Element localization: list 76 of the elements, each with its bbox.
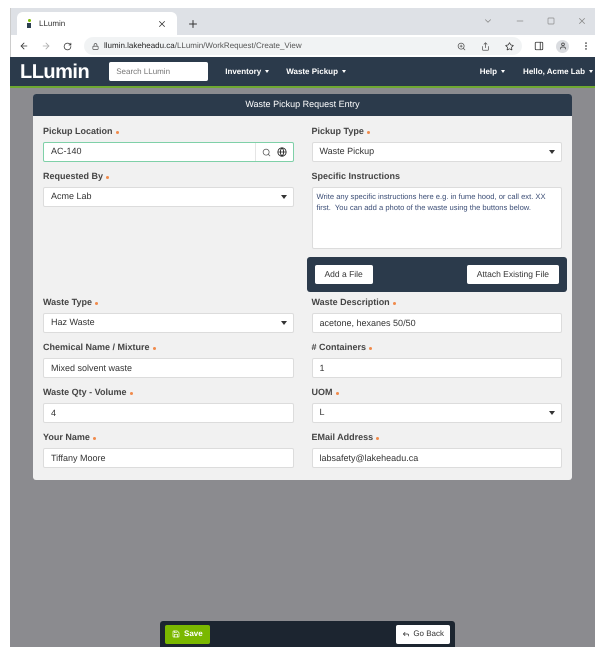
caret-icon bbox=[265, 70, 270, 73]
field-label: Waste Type bbox=[43, 296, 92, 310]
close-icon[interactable] bbox=[157, 18, 167, 28]
logo[interactable]: LLumin bbox=[20, 62, 90, 82]
required-icon bbox=[152, 346, 156, 350]
required-icon bbox=[95, 302, 98, 304]
new-tab-icon[interactable] bbox=[187, 18, 199, 30]
caret-icon bbox=[342, 70, 346, 73]
tab-title: LLumin bbox=[39, 18, 66, 30]
field-value: Haz Waste bbox=[50, 316, 96, 330]
input-field[interactable]: 4 bbox=[43, 403, 294, 423]
back-button[interactable]: Go Back bbox=[396, 624, 450, 644]
select-field[interactable]: L bbox=[312, 403, 562, 423]
field-label: Specific Instructions bbox=[312, 170, 400, 184]
input-field[interactable]: Tiffany Moore bbox=[43, 448, 294, 468]
field-value: L bbox=[318, 406, 326, 420]
share-icon[interactable] bbox=[481, 42, 490, 50]
attach-button[interactable]: Attach Existing File bbox=[466, 265, 559, 284]
attach-button[interactable]: Add a File bbox=[314, 265, 373, 284]
caret-icon bbox=[549, 411, 555, 415]
nav-menu[interactable]: Hello, Acme Lab bbox=[523, 66, 585, 78]
required-icon bbox=[366, 130, 370, 134]
field-label: EMail Address bbox=[312, 431, 374, 444]
lookup-field[interactable]: AC-140 bbox=[43, 142, 294, 162]
select-field[interactable]: Acme Lab bbox=[43, 187, 294, 207]
save-icon bbox=[172, 630, 180, 638]
select-field[interactable]: Haz Waste bbox=[43, 313, 294, 333]
caret-icon bbox=[501, 70, 506, 73]
field-label: Waste Qty - Volume bbox=[43, 386, 127, 400]
required-icon bbox=[106, 176, 110, 178]
required-icon bbox=[92, 436, 96, 440]
address-bar[interactable]: llumin.lakeheadu.ca/LLumin/WorkRequest/Create_View bbox=[84, 37, 522, 55]
caret-icon bbox=[280, 195, 286, 199]
field-value: AC-140 bbox=[50, 145, 83, 158]
caret-icon bbox=[280, 321, 286, 325]
search-field[interactable]: Search LLumin bbox=[109, 62, 208, 81]
field-label: Waste Description bbox=[312, 296, 390, 310]
input-field[interactable]: labsafety@lakeheadu.ca bbox=[312, 448, 562, 468]
field-value: Waste Pickup bbox=[318, 145, 376, 158]
required-icon bbox=[392, 302, 396, 304]
browser-tab[interactable]: LLumin bbox=[17, 12, 177, 35]
select-field[interactable]: Waste Pickup bbox=[312, 142, 562, 162]
required-icon bbox=[130, 392, 133, 394]
form-title: Waste Pickup Request Entry bbox=[245, 98, 360, 112]
field-label: Your Name bbox=[43, 431, 90, 444]
field-label: Requested By bbox=[43, 170, 104, 184]
reply-icon bbox=[402, 630, 410, 638]
field-label: # Containers bbox=[312, 341, 366, 354]
field-label: UOM bbox=[312, 386, 332, 400]
search-icon[interactable] bbox=[262, 148, 270, 156]
required-icon bbox=[376, 436, 380, 440]
input-field[interactable]: Mixed solvent waste bbox=[43, 358, 294, 378]
required-icon bbox=[369, 346, 372, 350]
back-icon[interactable] bbox=[19, 41, 29, 51]
nav-menu[interactable]: Help bbox=[480, 66, 498, 78]
caret-icon bbox=[549, 150, 555, 154]
nav-menu[interactable]: Inventory bbox=[225, 66, 262, 78]
url-text: llumin.lakeheadu.ca/LLumin/WorkRequest/Create_View bbox=[104, 40, 303, 52]
nav-menu[interactable]: Waste Pickup bbox=[286, 66, 338, 78]
caret-icon bbox=[589, 70, 593, 73]
lock-icon bbox=[92, 42, 99, 50]
field-label: Pickup Type bbox=[312, 125, 364, 138]
field-label: Pickup Location bbox=[43, 125, 113, 138]
side-panel-icon[interactable] bbox=[534, 41, 544, 51]
zoom-icon[interactable] bbox=[457, 42, 466, 50]
input-field[interactable]: 1 bbox=[312, 358, 562, 378]
required-icon bbox=[336, 392, 338, 394]
reload-icon[interactable] bbox=[63, 42, 72, 50]
field-label: Chemical Name / Mixture bbox=[43, 341, 150, 354]
field-value: Acme Lab bbox=[50, 190, 93, 204]
required-icon bbox=[116, 130, 119, 134]
profile-icon[interactable] bbox=[556, 40, 569, 52]
star-icon[interactable] bbox=[505, 42, 514, 50]
globe-icon[interactable] bbox=[276, 147, 286, 157]
favicon-icon bbox=[27, 19, 31, 28]
input-field[interactable]: acetone, hexanes 50/50 bbox=[312, 313, 562, 333]
